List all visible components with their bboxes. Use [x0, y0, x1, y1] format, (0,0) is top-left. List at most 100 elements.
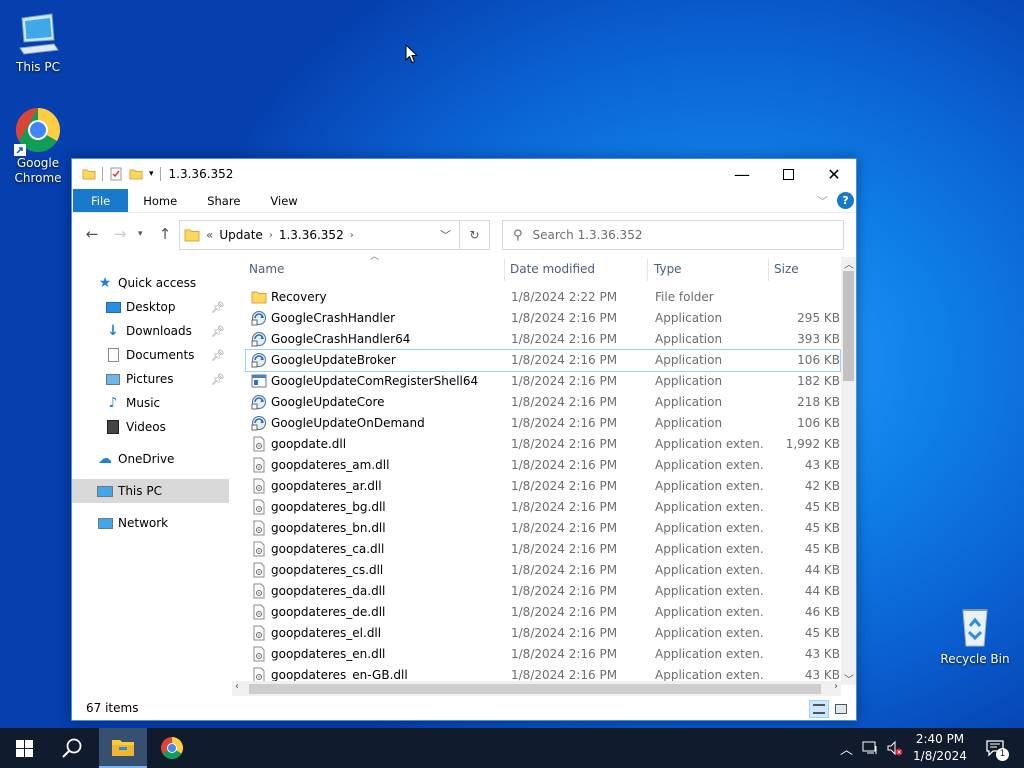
- file-row[interactable]: goopdateres_ar.dll 1/8/2024 2:16 PM Applic…: [246, 476, 840, 497]
- clock[interactable]: 2:40 PM 1/8/2024: [905, 731, 975, 765]
- forward-button[interactable]: →: [108, 225, 132, 243]
- breadcrumb-update[interactable]: Update: [219, 228, 262, 242]
- file-row[interactable]: goopdateres_da.dll 1/8/2024 2:16 PM Applic…: [246, 581, 840, 602]
- details-view-button[interactable]: [809, 700, 829, 718]
- file-row[interactable]: GoogleUpdateComRegisterShell64 1/8/2024 2…: [246, 371, 840, 392]
- file-size: 1,992 KB: [785, 437, 840, 451]
- nav-this-pc[interactable]: This PC: [72, 479, 229, 503]
- file-row[interactable]: GoogleUpdateBroker 1/8/2024 2:16 PM Applic…: [245, 349, 841, 372]
- file-row[interactable]: goopdateres_en.dll 1/8/2024 2:16 PM Applic…: [246, 644, 840, 665]
- file-row[interactable]: goopdateres_el.dll 1/8/2024 2:16 PM Applic…: [246, 623, 840, 644]
- nav-item-pictures[interactable]: Pictures 📌︎: [72, 367, 229, 391]
- file-row[interactable]: goopdateres_am.dll 1/8/2024 2:16 PM Applic…: [246, 455, 840, 476]
- network-icon[interactable]: [862, 728, 880, 768]
- folder-file-icon: [251, 289, 267, 305]
- file-type: File folder: [655, 290, 714, 304]
- back-button[interactable]: ←: [80, 225, 104, 243]
- details-view-icon: [813, 704, 825, 714]
- pin-icon[interactable]: 📌︎: [211, 349, 225, 362]
- tab-home[interactable]: Home: [128, 189, 192, 212]
- file-row[interactable]: goopdateres_ca.dll 1/8/2024 2:16 PM Applic…: [246, 539, 840, 560]
- file-row[interactable]: goopdateres_de.dll 1/8/2024 2:16 PM Applic…: [246, 602, 840, 623]
- file-row[interactable]: GoogleCrashHandler64 1/8/2024 2:16 PM Appl…: [246, 329, 840, 350]
- volume-muted-icon[interactable]: [886, 728, 904, 768]
- taskbar-chrome[interactable]: [148, 728, 196, 768]
- start-button[interactable]: [0, 728, 48, 768]
- taskbar-file-explorer[interactable]: [99, 728, 147, 768]
- file-name: goopdateres_cs.dll: [271, 563, 384, 577]
- column-header-type[interactable]: Type: [654, 255, 682, 283]
- search-button[interactable]: [48, 728, 96, 768]
- pin-icon[interactable]: 📌︎: [211, 325, 225, 338]
- up-button[interactable]: ↑: [153, 225, 177, 243]
- large-icons-view-button[interactable]: [831, 700, 851, 718]
- column-header-name[interactable]: Name: [249, 255, 284, 283]
- desktop-icon-recycle-bin[interactable]: Recycle Bin: [937, 602, 1013, 667]
- show-hidden-icons-icon[interactable]: ︿: [840, 728, 853, 768]
- dll-file-icon: [251, 541, 267, 557]
- recent-locations-icon[interactable]: ▾: [138, 229, 143, 239]
- nav-network[interactable]: Network: [72, 511, 229, 535]
- close-button[interactable]: ✕: [811, 159, 857, 189]
- address-bar[interactable]: « Update › 1.3.36.352 › ﹀: [179, 220, 460, 250]
- file-row[interactable]: goopdateres_bn.dll 1/8/2024 2:16 PM Applic…: [246, 518, 840, 539]
- refresh-button[interactable]: ↻: [460, 220, 490, 250]
- nav-item-music[interactable]: ♪ Music: [72, 391, 229, 415]
- nav-item-downloads[interactable]: ↓ Downloads 📌︎: [72, 319, 229, 343]
- maximize-button[interactable]: [765, 159, 811, 189]
- refresh-icon: ↻: [469, 228, 480, 242]
- expand-ribbon-icon[interactable]: ﹀: [817, 193, 828, 209]
- column-header-size[interactable]: Size: [774, 255, 799, 283]
- file-row[interactable]: GoogleCrashHandler 1/8/2024 2:16 PM Applic…: [246, 308, 840, 329]
- nav-label: OneDrive: [118, 452, 175, 466]
- title-bar[interactable]: ▾ 1.3.36.352 — ✕: [72, 159, 856, 189]
- desktop-icon: [104, 298, 122, 316]
- column-separator[interactable]: [647, 259, 648, 281]
- properties-icon[interactable]: [109, 167, 123, 181]
- scrollbar-thumb[interactable]: [249, 684, 821, 694]
- scroll-right-icon[interactable]: ›: [834, 681, 838, 692]
- column-separator[interactable]: [768, 259, 769, 281]
- address-dropdown-icon[interactable]: ﹀: [440, 227, 451, 243]
- customize-toolbar-icon[interactable]: ▾: [149, 169, 154, 179]
- scrollbar-thumb[interactable]: [843, 271, 854, 381]
- search-box[interactable]: ⚲: [502, 220, 844, 250]
- column-header-date[interactable]: Date modified: [510, 255, 595, 283]
- nav-quick-access[interactable]: ★ Quick access: [72, 271, 229, 295]
- column-separator[interactable]: [504, 259, 505, 281]
- search-input[interactable]: [532, 228, 813, 242]
- tab-view[interactable]: View: [255, 189, 312, 212]
- breadcrumb-current[interactable]: 1.3.36.352: [279, 228, 344, 242]
- file-row[interactable]: goopdateres_cs.dll 1/8/2024 2:16 PM Applic…: [246, 560, 840, 581]
- nav-item-desktop[interactable]: Desktop 📌︎: [72, 295, 229, 319]
- desktop-icon-this-pc[interactable]: This PC: [0, 10, 76, 75]
- help-icon[interactable]: ?: [837, 192, 854, 209]
- minimize-button[interactable]: —: [719, 159, 765, 189]
- breadcrumb-overflow[interactable]: «: [206, 228, 213, 242]
- file-type: Application exten...: [655, 458, 765, 472]
- horizontal-scrollbar[interactable]: ‹ ›: [232, 681, 841, 696]
- tab-file[interactable]: File: [73, 189, 129, 212]
- desktop-icon-label: Recycle Bin: [940, 652, 1010, 666]
- tab-share[interactable]: Share: [192, 189, 255, 212]
- file-row[interactable]: goopdate.dll 1/8/2024 2:16 PM Application …: [246, 434, 840, 455]
- file-row[interactable]: goopdateres_bg.dll 1/8/2024 2:16 PM Applic…: [246, 497, 840, 518]
- pin-icon[interactable]: 📌︎: [211, 373, 225, 386]
- file-row[interactable]: Recovery 1/8/2024 2:22 PM File folder: [246, 287, 840, 308]
- new-folder-icon[interactable]: [129, 167, 143, 181]
- nav-onedrive[interactable]: ☁ OneDrive: [72, 447, 229, 471]
- breadcrumb-chevron-icon[interactable]: ›: [350, 230, 354, 241]
- file-row[interactable]: GoogleUpdateOnDemand 1/8/2024 2:16 PM Appl…: [246, 413, 840, 434]
- pin-icon[interactable]: 📌︎: [211, 301, 225, 314]
- scroll-left-icon[interactable]: ‹: [235, 681, 239, 692]
- file-row[interactable]: GoogleUpdateCore 1/8/2024 2:16 PM Applicat…: [246, 392, 840, 413]
- desktop-icon-google-chrome[interactable]: Google Chrome: [0, 106, 76, 186]
- nav-item-documents[interactable]: Documents 📌︎: [72, 343, 229, 367]
- breadcrumb-chevron-icon[interactable]: ›: [269, 230, 273, 241]
- scroll-up-icon[interactable]: ︿: [844, 256, 854, 271]
- nav-item-videos[interactable]: Videos: [72, 415, 229, 439]
- scroll-down-icon[interactable]: ﹀: [844, 671, 854, 686]
- action-center-button[interactable]: 1: [980, 728, 1010, 768]
- vertical-scrollbar[interactable]: ︿ ﹀: [841, 256, 856, 686]
- address-row: ← → ▾ ↑ « Update › 1.3.36.352 › ﹀ ↻ ⚲: [72, 213, 856, 255]
